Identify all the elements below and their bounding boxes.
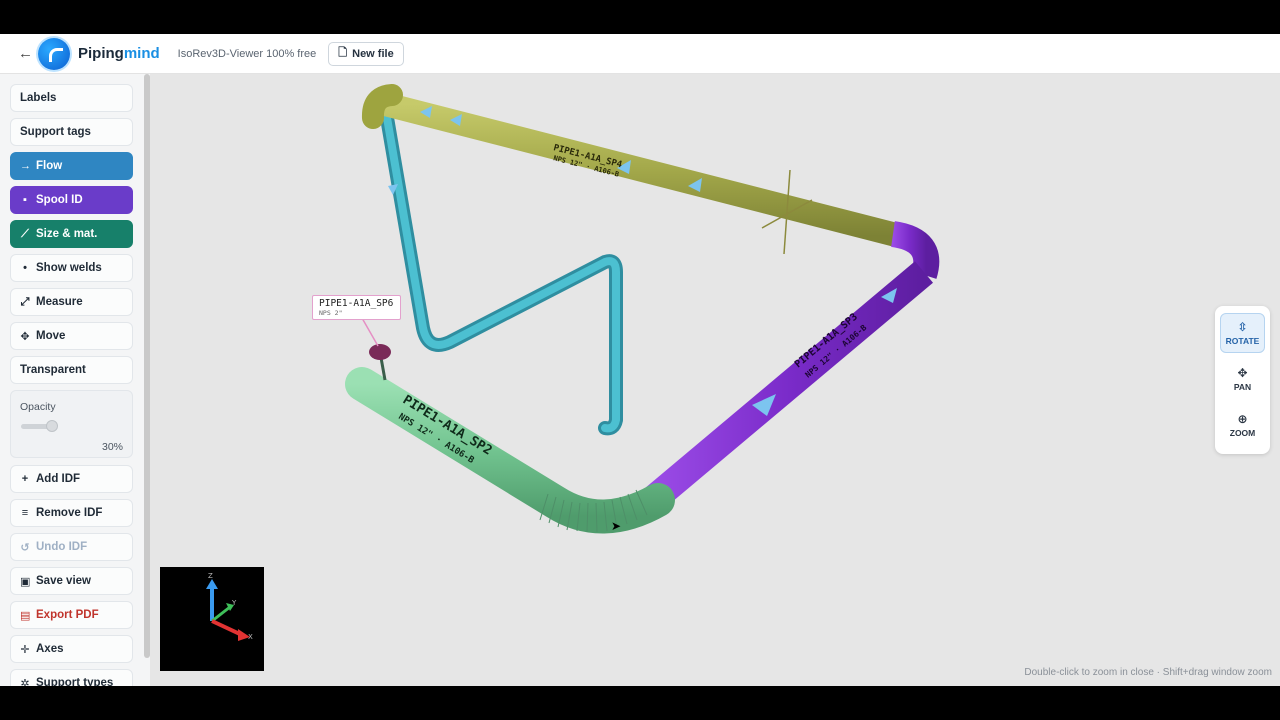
transparent-button[interactable]: Transparent [10,356,133,384]
new-file-label: New file [352,47,394,60]
flow-label: Flow [36,160,63,172]
labels-button[interactable]: Labels [10,84,133,112]
tag-leader-line [361,317,379,347]
move-label: Move [36,330,66,342]
app-frame: ← Pipingmind IsoRev3D-Viewer 100% free 🗋… [0,34,1280,686]
axes-icon: ✛ [20,643,30,656]
viewport-hint: Double-click to zoom in close · Shift+dr… [1024,667,1272,678]
export-pdf-label: Export PDF [36,609,99,621]
show-welds-label: Show welds [36,262,102,274]
back-arrow-icon[interactable]: ← [18,45,33,62]
add-idf-label: Add IDF [36,473,81,485]
arrow-right-icon: → [20,160,31,172]
pan-button[interactable]: ✥ PAN [1220,359,1265,399]
pdf-icon: ▤ [20,609,31,622]
opacity-slider-handle[interactable] [46,420,58,432]
measure-label: Measure [36,296,83,308]
labels-label: Labels [20,92,57,104]
zoom-icon: ⊕ [1237,411,1248,426]
zoom-label: ZOOM [1229,427,1256,438]
tool-sidebar: Labels Support tags → Flow ▪ Spool ID ⟋ Siz… [0,74,150,686]
app-logo [38,37,70,70]
undo-idf-label: Undo IDF [36,541,88,553]
spool-tag-name: PIPE1-A1A_SP6 [319,298,394,309]
undo-idf-button[interactable]: ↺ Undo IDF [10,533,133,561]
undo-icon: ↺ [20,541,30,554]
axes-button[interactable]: ✛ Axes [10,635,133,663]
support-types-button[interactable]: ✲ Support types [10,669,133,686]
size-mat-label: Size & mat. [36,228,98,240]
gear-icon: ✲ [20,677,30,687]
3d-viewport[interactable]: PIPE1-A1A_SP4 NPS 12" · A106-B PIPE1-A1A… [150,74,1280,686]
measure-icon: ⤢ [20,295,30,308]
plus-icon: + [21,473,29,485]
rotate-button[interactable]: ⇳ ROTATE [1220,313,1265,353]
axes-label: Axes [36,643,64,655]
spool-tag-size: NPS 2" [319,309,343,317]
axis-x-label: X [248,633,253,641]
pipe-model[interactable]: PIPE1-A1A_SP4 NPS 12" · A106-B PIPE1-A1A… [150,74,1280,686]
flow-button[interactable]: → Flow [10,152,133,180]
add-idf-button[interactable]: + Add IDF [10,465,133,493]
save-view-button[interactable]: ▣ Save view [10,567,133,595]
axis-z-label: Z [208,572,213,580]
export-pdf-button[interactable]: ▤ Export PDF [10,601,133,629]
olive-pipe-sp4 [382,92,903,248]
opacity-label: Opacity [20,401,56,413]
axis-y-label: Y [231,599,237,607]
opacity-control: Opacity 30% [10,390,133,458]
opacity-value: 30% [101,441,123,453]
app-subtitle: IsoRev3D-Viewer 100% free [177,47,317,60]
transparent-label: Transparent [20,364,86,376]
trash-icon: ≡ [21,507,29,519]
remove-idf-label: Remove IDF [36,507,103,519]
support-types-label: Support types [36,677,114,686]
show-welds-button[interactable]: • Show welds [10,254,133,282]
pan-label: PAN [1233,381,1252,392]
ruler-icon: ⟋ [21,227,29,240]
view-nav-panel: ⇳ ROTATE ✥ PAN ⊕ ZOOM [1215,306,1270,454]
dot-icon: • [23,262,27,274]
spool-tag-label[interactable]: PIPE1-A1A_SP6 NPS 2" [312,295,401,320]
support-tags-button[interactable]: Support tags [10,118,133,146]
move-icon: ✥ [20,330,30,343]
spool-id-label: Spool ID [36,194,83,206]
brand-name: Pipingmind [78,45,160,62]
move-button[interactable]: ✥ Move [10,322,133,350]
support-tags-label: Support tags [20,126,91,138]
file-icon: 🗋 [338,47,348,59]
mouse-cursor-icon: ➤ [611,519,622,533]
zoom-button[interactable]: ⊕ ZOOM [1220,405,1265,445]
spool-id-button[interactable]: ▪ Spool ID [10,186,133,214]
rotate-label: ROTATE [1225,335,1260,346]
new-file-button[interactable]: 🗋 New file [328,41,404,66]
save-view-label: Save view [36,575,91,587]
remove-idf-button[interactable]: ≡ Remove IDF [10,499,133,527]
rotate-icon: ⇳ [1237,319,1248,334]
measure-button[interactable]: ⤢ Measure [10,288,133,316]
top-bar: ← Pipingmind IsoRev3D-Viewer 100% free 🗋… [0,34,1280,74]
save-icon: ▣ [20,575,31,588]
tag-icon: ▪ [23,194,27,206]
size-mat-button[interactable]: ⟋ Size & mat. [10,220,133,248]
axes-gizmo: Z Y X [160,567,264,671]
purple-pipe-sp3 [645,261,934,509]
pan-icon: ✥ [1237,365,1248,380]
